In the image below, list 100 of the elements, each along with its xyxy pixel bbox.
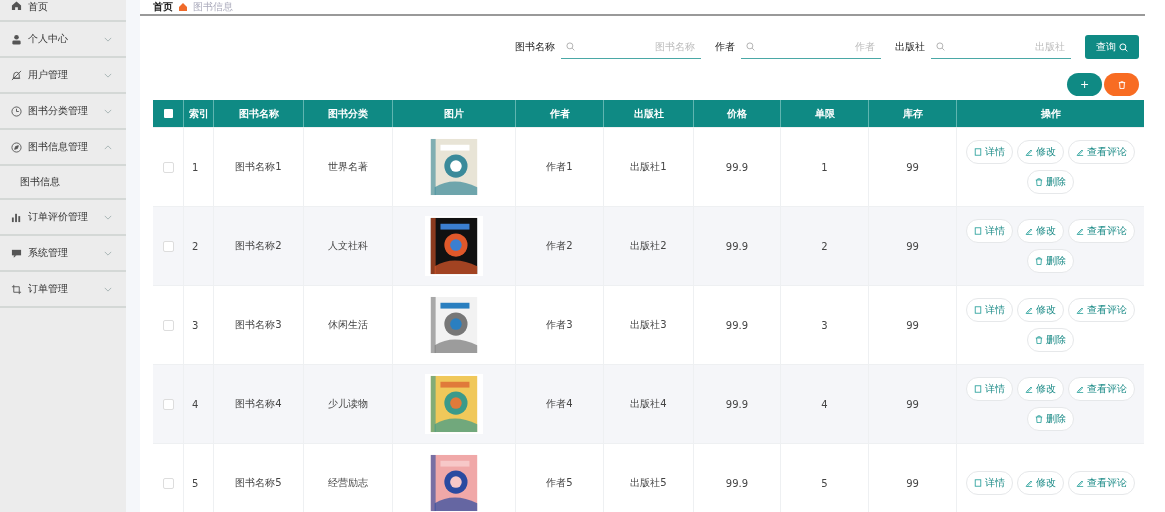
field-label: 作者 — [715, 40, 735, 54]
row-action-button[interactable]: 查看评论 — [1068, 298, 1135, 322]
table-cell: 图书名称3 — [214, 286, 304, 364]
search-icon — [936, 42, 945, 51]
search-icon — [746, 42, 755, 51]
breadcrumb-link[interactable]: 首页 — [153, 0, 173, 14]
bar-chart-icon — [11, 211, 22, 223]
checkbox[interactable] — [162, 477, 174, 489]
user-icon — [11, 33, 22, 45]
table-cell: 世界名著 — [304, 128, 393, 206]
document-icon — [974, 148, 982, 156]
pen-icon — [1025, 227, 1033, 235]
bell-icon — [11, 69, 22, 81]
table-cell: 99.9 — [694, 365, 781, 443]
column-header: 库存 — [869, 100, 957, 127]
row-action-button[interactable]: 删除 — [1027, 407, 1074, 431]
column-header: 单限 — [781, 100, 869, 127]
table-cell: 作者5 — [516, 444, 604, 512]
table-cell: 图书名称1 — [214, 128, 304, 206]
pen-icon — [1076, 479, 1084, 487]
column-header: 作者 — [516, 100, 604, 127]
checkbox[interactable] — [162, 240, 174, 252]
row-action-button[interactable]: 修改 — [1017, 140, 1064, 164]
add-button[interactable]: + — [1067, 73, 1102, 96]
table-cell: 休闲生活 — [304, 286, 393, 364]
row-action-button[interactable]: 详情 — [966, 219, 1013, 243]
pen-icon — [1076, 227, 1084, 235]
table-cell: 出版社4 — [604, 365, 694, 443]
document-icon — [974, 479, 982, 487]
table-cell: 3 — [781, 286, 869, 364]
house-icon — [179, 3, 187, 11]
column-header: 图书分类 — [304, 100, 393, 127]
row-action-button[interactable]: 详情 — [966, 471, 1013, 495]
breadcrumb-link[interactable]: 图书信息 — [193, 0, 233, 14]
row-action-button[interactable]: 查看评论 — [1068, 140, 1135, 164]
table-cell: 出版社3 — [604, 286, 694, 364]
row-action-button[interactable]: 修改 — [1017, 377, 1064, 401]
table-cell: 99.9 — [694, 286, 781, 364]
checkbox[interactable] — [162, 161, 174, 173]
table-cell: 作者1 — [516, 128, 604, 206]
column-header: 索引 — [184, 100, 214, 127]
column-header: 图片 — [393, 100, 516, 127]
row-action-button[interactable]: 删除 — [1027, 249, 1074, 273]
table-cell: 人文社科 — [304, 207, 393, 285]
table-cell: 出版社2 — [604, 207, 694, 285]
compass-icon — [11, 141, 22, 153]
table-cell: 4 — [781, 365, 869, 443]
table-cell: 99 — [869, 444, 957, 512]
row-action-button[interactable]: 删除 — [1027, 170, 1074, 194]
pen-icon — [1025, 148, 1033, 156]
pen-icon — [1076, 385, 1084, 393]
table-cell: 1 — [184, 128, 214, 206]
column-header: 出版社 — [604, 100, 694, 127]
pen-icon — [1076, 148, 1084, 156]
row-action-button[interactable]: 查看评论 — [1068, 219, 1135, 243]
checkbox[interactable] — [163, 109, 173, 118]
message-icon — [11, 247, 22, 259]
document-icon — [974, 306, 982, 314]
checkbox[interactable] — [162, 319, 174, 331]
table-cell: 图书名称4 — [214, 365, 304, 443]
trash-icon — [1035, 178, 1043, 186]
row-action-button[interactable]: 详情 — [966, 377, 1013, 401]
column-header: 操作 — [1039, 106, 1062, 121]
pen-icon — [1025, 385, 1033, 393]
table-cell: 出版社5 — [604, 444, 694, 512]
field-label: 图书名称 — [515, 40, 555, 54]
search-icon — [566, 42, 575, 51]
search-field[interactable]: 出版社 — [931, 35, 1071, 59]
row-action-button[interactable]: 详情 — [966, 298, 1013, 322]
table-cell: 作者3 — [516, 286, 604, 364]
table-cell: 1 — [781, 128, 869, 206]
table-cell: 99.9 — [694, 444, 781, 512]
document-icon — [974, 385, 982, 393]
checkbox[interactable] — [162, 398, 174, 410]
table-cell: 4 — [184, 365, 214, 443]
table-cell: 99.9 — [694, 207, 781, 285]
table-cell: 经营励志 — [304, 444, 393, 512]
search-button[interactable]: 查询 — [1085, 35, 1139, 59]
table-cell: 5 — [781, 444, 869, 512]
row-action-button[interactable]: 详情 — [966, 140, 1013, 164]
row-action-button[interactable]: 查看评论 — [1068, 471, 1135, 495]
search-field[interactable]: 作者 — [741, 35, 881, 59]
table-cell: 图书名称2 — [214, 207, 304, 285]
table-cell: 2 — [184, 207, 214, 285]
search-field[interactable]: 图书名称 — [561, 35, 701, 59]
trash-icon — [1035, 257, 1043, 265]
row-action-button[interactable]: 修改 — [1017, 219, 1064, 243]
table-cell: 图书名称5 — [214, 444, 304, 512]
pen-icon — [1025, 479, 1033, 487]
row-action-button[interactable]: 删除 — [1027, 328, 1074, 352]
row-action-button[interactable]: 查看评论 — [1068, 377, 1135, 401]
trash-icon — [1117, 80, 1126, 89]
home-icon — [11, 0, 22, 11]
delete-button[interactable] — [1104, 73, 1139, 96]
table-cell: 少儿读物 — [304, 365, 393, 443]
row-action-button[interactable]: 修改 — [1017, 298, 1064, 322]
row-action-button[interactable]: 修改 — [1017, 471, 1064, 495]
field-label: 出版社 — [895, 40, 925, 54]
pen-icon — [1025, 306, 1033, 314]
clock-icon — [11, 105, 22, 117]
